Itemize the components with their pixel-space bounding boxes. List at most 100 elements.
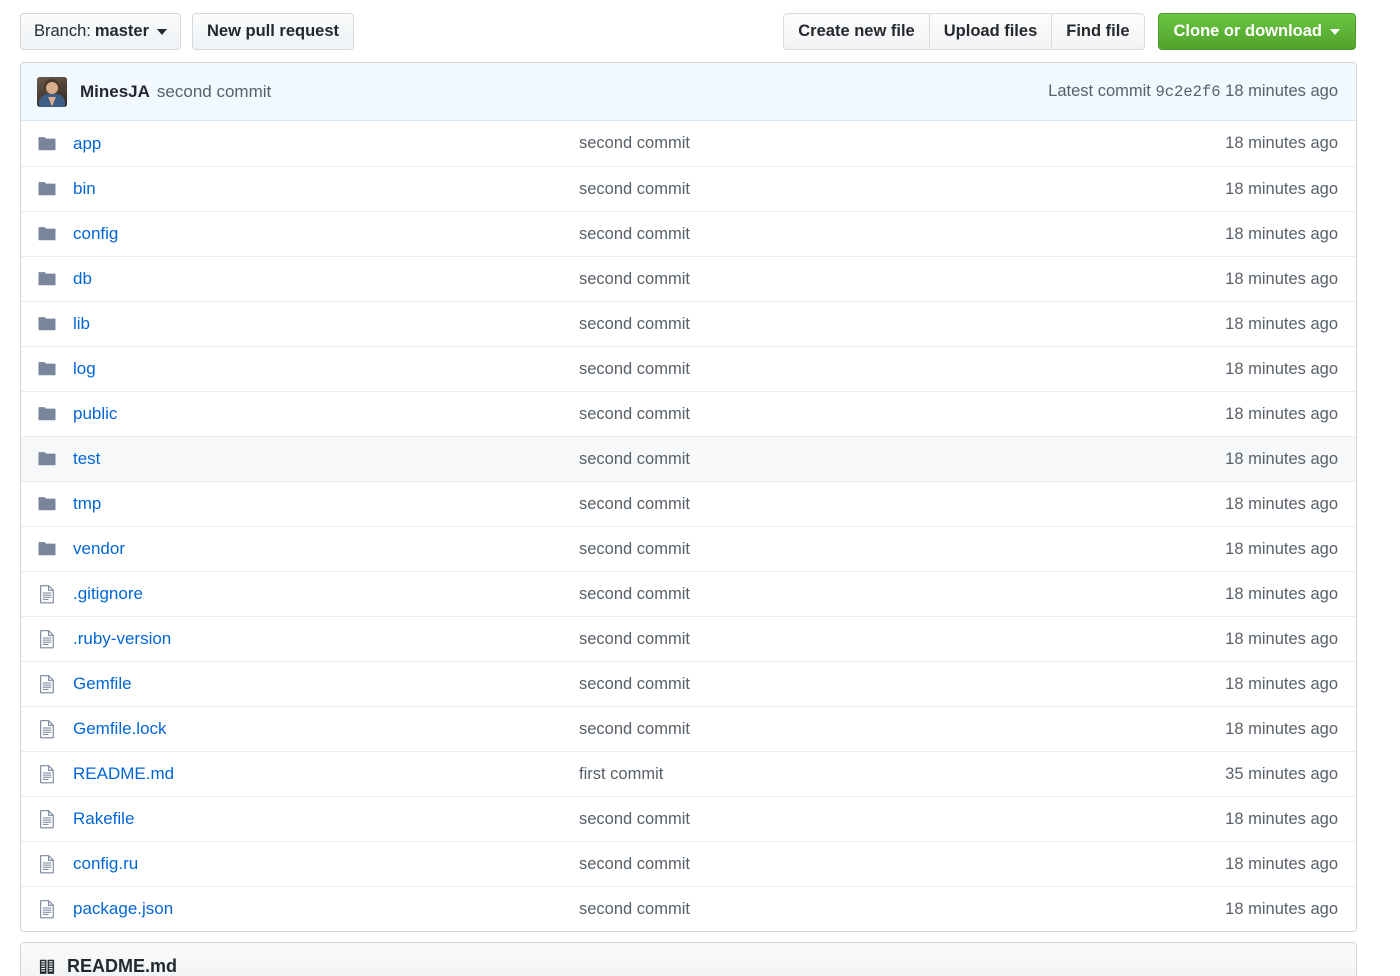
file-name-cell: config — [21, 224, 579, 244]
file-name-link[interactable]: config — [73, 224, 118, 244]
file-name-link[interactable]: lib — [73, 314, 90, 334]
commit-message-cell[interactable]: second commit — [579, 360, 979, 379]
commit-age-cell: 18 minutes ago — [1225, 224, 1338, 243]
commit-message-cell[interactable]: second commit — [579, 270, 979, 289]
commit-message-cell[interactable]: second commit — [579, 450, 979, 469]
file-name-cell: vendor — [21, 539, 579, 559]
commit-age-cell: 18 minutes ago — [1225, 359, 1338, 378]
commit-message-cell[interactable]: first commit — [579, 765, 979, 784]
toolbar-right-group: Create new file Upload files Find file C… — [783, 13, 1356, 50]
table-row[interactable]: .ruby-version second commit 18 minutes ago — [21, 616, 1356, 661]
table-row[interactable]: log second commit 18 minutes ago — [21, 346, 1356, 391]
upload-files-button[interactable]: Upload files — [929, 13, 1053, 50]
folder-icon — [37, 539, 57, 559]
file-icon — [37, 719, 57, 739]
table-row[interactable]: Rakefile second commit 18 minutes ago — [21, 796, 1356, 841]
file-name-link[interactable]: app — [73, 134, 101, 154]
file-name-link[interactable]: config.ru — [73, 854, 138, 874]
commit-message-cell[interactable]: second commit — [579, 225, 979, 244]
commit-age-cell: 18 minutes ago — [1225, 494, 1338, 513]
file-name-link[interactable]: test — [73, 449, 100, 469]
file-name-link[interactable]: Gemfile — [73, 674, 132, 694]
file-name-link[interactable]: Rakefile — [73, 809, 134, 829]
folder-icon — [37, 269, 57, 289]
file-name-link[interactable]: Gemfile.lock — [73, 719, 167, 739]
table-row[interactable]: Gemfile second commit 18 minutes ago — [21, 661, 1356, 706]
file-name-link[interactable]: vendor — [73, 539, 125, 559]
commit-message-cell[interactable]: second commit — [579, 540, 979, 559]
avatar[interactable] — [37, 76, 67, 107]
create-new-file-button[interactable]: Create new file — [783, 13, 930, 50]
file-name-cell: test — [21, 449, 579, 469]
file-name-link[interactable]: bin — [73, 179, 96, 199]
file-rows: app second commit 18 minutes ago bin second … — [21, 121, 1356, 931]
table-row[interactable]: bin second commit 18 minutes ago — [21, 166, 1356, 211]
commit-message-cell[interactable]: second commit — [579, 900, 979, 919]
file-icon — [37, 764, 57, 784]
chevron-down-icon — [157, 28, 167, 35]
commit-age-cell: 18 minutes ago — [1225, 854, 1338, 873]
commit-message-cell[interactable]: second commit — [579, 630, 979, 649]
commit-message-cell[interactable]: second commit — [579, 495, 979, 514]
commit-age-cell: 18 minutes ago — [1225, 539, 1338, 558]
table-row[interactable]: test second commit 18 minutes ago — [21, 436, 1356, 481]
new-pull-request-button[interactable]: New pull request — [192, 13, 355, 50]
repository-files-page: Branch: master New pull request Create ne… — [0, 0, 1400, 976]
table-row[interactable]: app second commit 18 minutes ago — [21, 121, 1356, 166]
file-name-link[interactable]: public — [73, 404, 117, 424]
readme-panel-header: README.md — [21, 943, 1356, 976]
commit-message-cell[interactable]: second commit — [579, 315, 979, 334]
table-row[interactable]: config second commit 18 minutes ago — [21, 211, 1356, 256]
commit-message-cell[interactable]: second commit — [579, 810, 979, 829]
commit-age-cell: 18 minutes ago — [1225, 899, 1338, 918]
latest-commit-age: 18 minutes ago — [1225, 82, 1338, 100]
table-row[interactable]: vendor second commit 18 minutes ago — [21, 526, 1356, 571]
commit-message-cell[interactable]: second commit — [579, 855, 979, 874]
find-file-button[interactable]: Find file — [1052, 13, 1145, 50]
commit-age-cell: 18 minutes ago — [1225, 629, 1338, 648]
table-row[interactable]: .gitignore second commit 18 minutes ago — [21, 571, 1356, 616]
toolbar-left-group: Branch: master New pull request — [20, 13, 355, 50]
commit-author-name[interactable]: MinesJA — [80, 82, 150, 102]
folder-icon — [37, 449, 57, 469]
file-icon — [37, 674, 57, 694]
file-name-link[interactable]: .gitignore — [73, 584, 143, 604]
commit-message-cell[interactable]: second commit — [579, 180, 979, 199]
file-name-link[interactable]: db — [73, 269, 92, 289]
commit-age-cell: 18 minutes ago — [1225, 674, 1338, 693]
commit-message-cell[interactable]: second commit — [579, 675, 979, 694]
clone-or-download-button[interactable]: Clone or download — [1157, 13, 1356, 50]
table-row[interactable]: tmp second commit 18 minutes ago — [21, 481, 1356, 526]
table-row[interactable]: lib second commit 18 minutes ago — [21, 301, 1356, 346]
commit-message-cell[interactable]: second commit — [579, 134, 979, 153]
file-name-cell: bin — [21, 179, 579, 199]
latest-commit-header: MinesJA second commit Latest commit 9c2e… — [21, 63, 1356, 121]
commit-age-cell: 18 minutes ago — [1225, 314, 1338, 333]
table-row[interactable]: db second commit 18 minutes ago — [21, 256, 1356, 301]
commit-message-cell[interactable]: second commit — [579, 405, 979, 424]
file-name-link[interactable]: package.json — [73, 899, 173, 919]
commit-age-cell: 18 minutes ago — [1225, 449, 1338, 468]
folder-icon — [37, 134, 57, 154]
latest-commit-info: Latest commit 9c2e2f6 18 minutes ago — [1048, 82, 1338, 101]
file-name-cell: .gitignore — [21, 584, 579, 604]
file-name-cell: public — [21, 404, 579, 424]
file-name-link[interactable]: README.md — [73, 764, 174, 784]
file-name-link[interactable]: log — [73, 359, 96, 379]
table-row[interactable]: config.ru second commit 18 minutes ago — [21, 841, 1356, 886]
commit-message[interactable]: second commit — [157, 82, 271, 102]
folder-icon — [37, 224, 57, 244]
table-row[interactable]: package.json second commit 18 minutes ago — [21, 886, 1356, 931]
branch-selector-button[interactable]: Branch: master — [20, 13, 181, 50]
table-row[interactable]: public second commit 18 minutes ago — [21, 391, 1356, 436]
commit-sha[interactable]: 9c2e2f6 — [1155, 83, 1220, 101]
file-name-link[interactable]: tmp — [73, 494, 101, 514]
commit-message-cell[interactable]: second commit — [579, 720, 979, 739]
commit-age-cell: 18 minutes ago — [1225, 404, 1338, 423]
table-row[interactable]: README.md first commit 35 minutes ago — [21, 751, 1356, 796]
commit-age-cell: 18 minutes ago — [1225, 809, 1338, 828]
file-name-cell: lib — [21, 314, 579, 334]
table-row[interactable]: Gemfile.lock second commit 18 minutes ago — [21, 706, 1356, 751]
commit-message-cell[interactable]: second commit — [579, 585, 979, 604]
file-name-link[interactable]: .ruby-version — [73, 629, 171, 649]
